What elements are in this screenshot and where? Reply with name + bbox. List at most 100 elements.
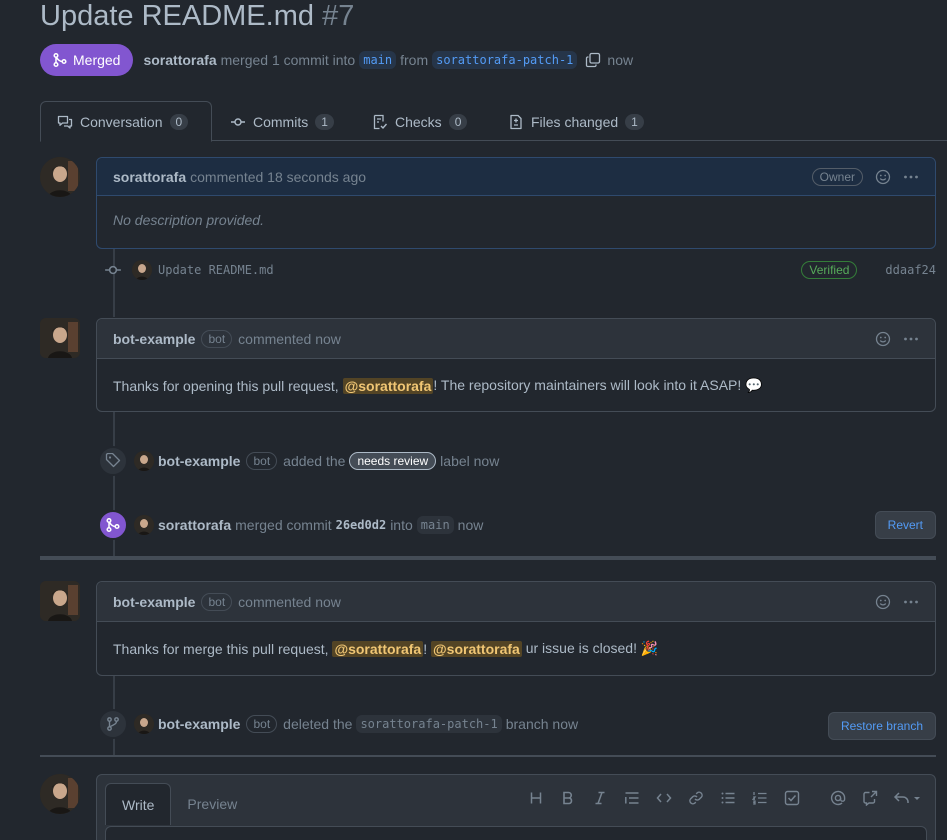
merge-event: sorattorafa merged commit 26ed0d2 into m… <box>98 509 936 541</box>
mention-icon[interactable] <box>829 789 847 807</box>
comment-textarea[interactable] <box>105 826 927 840</box>
comment-meta[interactable]: commented 18 seconds ago <box>190 169 366 185</box>
code-icon[interactable] <box>655 789 673 807</box>
avatar[interactable] <box>40 157 80 197</box>
commit-sha-link[interactable]: ddaaf24 <box>885 263 936 277</box>
head-branch-link[interactable]: sorattorafa-patch-1 <box>432 51 578 69</box>
markdown-toolbar <box>527 789 923 807</box>
user-mention[interactable]: @sorattorafa <box>342 377 434 394</box>
commit-row: Update README.md Verified ddaaf24 <box>104 259 936 281</box>
comment-header: bot-example bot commented now <box>97 319 935 359</box>
user-mention[interactable]: @sorattorafa <box>431 640 522 657</box>
link-icon[interactable] <box>687 789 705 807</box>
tab-conversation[interactable]: Conversation 0 <box>40 101 212 142</box>
comment-text: ! The repository maintainers will look i… <box>433 377 763 393</box>
user-mention[interactable]: @sorattorafa <box>332 640 424 657</box>
branch-name: sorattorafa-patch-1 <box>356 715 502 733</box>
comment-author[interactable]: bot-example <box>113 331 195 347</box>
restore-branch-button[interactable]: Restore branch <box>827 711 936 740</box>
git-commit-icon <box>105 265 121 275</box>
tab-commits-label: Commits <box>253 113 309 130</box>
tab-files-changed-label: Files changed <box>531 113 619 130</box>
kebab-horizontal-icon[interactable] <box>903 331 919 347</box>
from-text: from <box>400 52 429 68</box>
checklist-icon <box>373 114 388 129</box>
tab-checks[interactable]: Checks 0 <box>356 101 483 142</box>
comment-text: ur issue is closed! 🎉 <box>525 640 659 656</box>
editor-tabs: Write Preview <box>105 783 253 825</box>
commit-message-link[interactable]: Update README.md <box>158 263 274 277</box>
numbered-list-icon[interactable] <box>751 789 769 807</box>
bot-label: bot <box>201 329 233 348</box>
issue-label[interactable]: needs review <box>349 452 437 470</box>
commit-sha-link[interactable]: 26ed0d2 <box>336 518 387 532</box>
verified-badge[interactable]: Verified <box>801 261 858 279</box>
pr-number: #7 <box>322 0 355 32</box>
pr-author-link[interactable]: sorattorafa <box>143 52 216 68</box>
bold-icon[interactable] <box>559 789 577 807</box>
comment-meta[interactable]: commented now <box>238 331 341 347</box>
comment-text: Thanks for opening this pull request, <box>113 377 339 394</box>
bulleted-list-icon[interactable] <box>719 789 737 807</box>
event-text: deleted the <box>283 716 353 732</box>
bot-label: bot <box>201 592 233 611</box>
avatar[interactable] <box>40 581 80 621</box>
pr-tabs: Conversation 0 Commits 1 Checks 0 Files … <box>40 101 947 142</box>
comment-discussion-icon <box>57 115 73 129</box>
merge-summary: sorattorafa merged 1 commit into main fr… <box>143 51 633 69</box>
base-branch-link[interactable]: main <box>359 51 397 69</box>
event-text: label now <box>440 453 500 469</box>
smiley-icon[interactable] <box>875 169 891 185</box>
tab-checks-count: 0 <box>448 113 468 130</box>
smiley-icon[interactable] <box>875 331 891 347</box>
event-time[interactable]: now <box>458 517 484 533</box>
avatar <box>40 774 80 814</box>
actor-link[interactable]: bot-example <box>158 716 240 732</box>
tab-checks-label: Checks <box>395 113 442 130</box>
comment-text: Thanks for merge this pull request, <box>113 640 329 657</box>
actor-link[interactable]: bot-example <box>158 453 240 469</box>
event-text: branch now <box>505 716 579 732</box>
kebab-horizontal-icon[interactable] <box>903 594 919 610</box>
avatar[interactable] <box>134 515 154 535</box>
avatar[interactable] <box>134 451 154 471</box>
smiley-icon[interactable] <box>875 594 891 610</box>
comment-meta[interactable]: commented now <box>238 594 341 610</box>
git-merge-icon <box>53 52 67 68</box>
heading-icon[interactable] <box>527 789 545 807</box>
cross-reference-icon[interactable] <box>861 789 879 807</box>
tab-commits-count: 1 <box>315 113 334 130</box>
file-diff-icon <box>510 114 522 129</box>
comment-author[interactable]: bot-example <box>113 594 195 610</box>
copy-icon[interactable] <box>585 52 601 68</box>
tab-preview[interactable]: Preview <box>171 783 253 825</box>
tab-write[interactable]: Write <box>105 783 172 825</box>
saved-reply-icon[interactable] <box>893 789 923 807</box>
timeline-divider <box>40 556 936 560</box>
italic-icon[interactable] <box>591 789 609 807</box>
git-branch-icon <box>98 709 128 739</box>
merge-text: merged 1 commit into <box>220 52 356 68</box>
actor-link[interactable]: sorattorafa <box>158 517 231 533</box>
revert-button[interactable]: Revert <box>874 511 936 539</box>
tab-conversation-count: 0 <box>169 113 189 130</box>
avatar[interactable] <box>40 318 80 358</box>
avatar[interactable] <box>134 714 154 734</box>
merge-time: now <box>607 52 634 68</box>
avatar[interactable] <box>132 260 152 280</box>
pr-title: Update README.md <box>40 0 314 32</box>
tab-files-changed-count: 1 <box>625 113 644 130</box>
comment-header: bot-example bot commented now <box>97 582 935 622</box>
task-list-icon[interactable] <box>783 789 801 807</box>
bot-label: bot <box>246 715 278 733</box>
pr-state-row: Merged sorattorafa merged 1 commit into … <box>40 44 633 76</box>
comment-box: bot-example bot commented now Thanks for… <box>96 318 936 412</box>
comment-header: sorattorafa commented 18 seconds ago Own… <box>97 158 935 196</box>
quote-icon[interactable] <box>623 789 641 807</box>
comment-box: bot-example bot commented now Thanks for… <box>96 581 936 676</box>
page-title: Update README.md #7 <box>40 0 354 33</box>
tab-files-changed[interactable]: Files changed 1 <box>492 101 660 142</box>
kebab-horizontal-icon[interactable] <box>903 169 919 185</box>
tab-commits[interactable]: Commits 1 <box>214 101 350 142</box>
comment-author[interactable]: sorattorafa <box>113 169 186 185</box>
